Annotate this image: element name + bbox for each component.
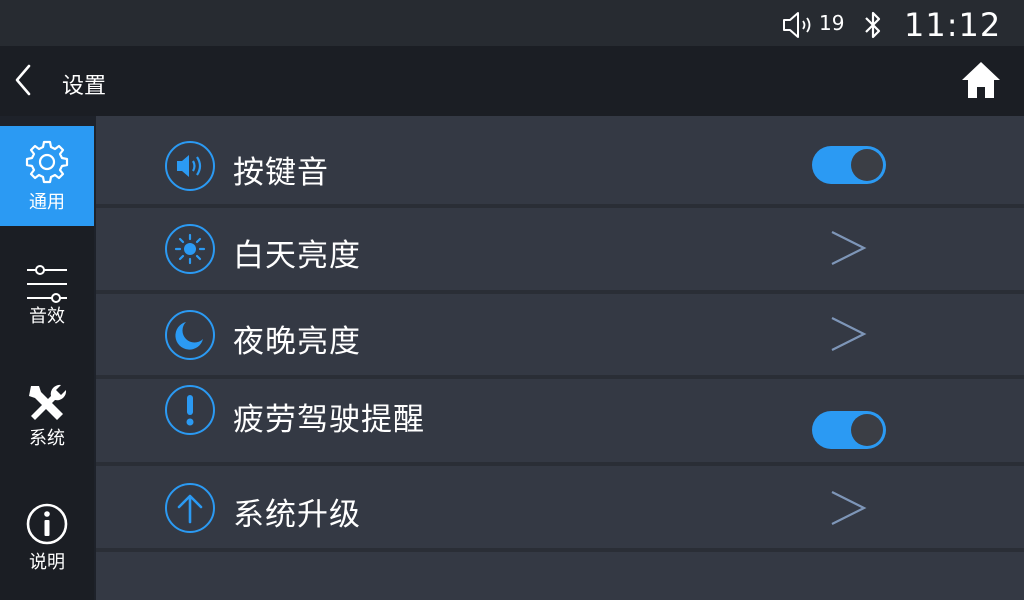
sidebar-item-label: 通用	[29, 192, 65, 213]
clock: 11:12	[904, 6, 1002, 44]
sidebar-item-general[interactable]: 通用	[0, 126, 94, 226]
moon-icon	[165, 310, 215, 360]
gear-icon	[25, 140, 69, 184]
chevron-right-icon[interactable]	[826, 226, 872, 274]
key-sound-toggle[interactable]	[812, 146, 886, 184]
back-button[interactable]	[8, 60, 38, 100]
setting-row-night-brightness[interactable]: 夜晚亮度	[96, 294, 1024, 376]
setting-row-fatigue-reminder[interactable]: 疲劳驾驶提醒	[96, 379, 1024, 461]
title-bar: 设置	[0, 46, 1024, 116]
home-button[interactable]	[958, 58, 1004, 102]
toggle-knob	[851, 149, 883, 181]
exclamation-icon	[165, 385, 215, 435]
fatigue-reminder-toggle[interactable]	[812, 411, 886, 449]
setting-row-system-upgrade[interactable]: 系统升级	[96, 466, 1024, 548]
divider	[96, 548, 1024, 552]
setting-label: 系统升级	[233, 497, 361, 533]
volume-level: 19	[819, 11, 845, 35]
sidebar: 通用 音效 系统 说明	[0, 126, 94, 600]
sun-icon	[165, 224, 215, 274]
sidebar-item-sound[interactable]: 音效	[0, 246, 94, 346]
sidebar-item-label: 说明	[29, 552, 65, 573]
sliders-icon	[27, 265, 67, 303]
info-icon	[26, 503, 68, 545]
chevron-right-icon[interactable]	[826, 312, 872, 360]
setting-row-day-brightness[interactable]: 白天亮度	[96, 208, 1024, 290]
tools-icon	[29, 384, 67, 420]
bluetooth-icon	[865, 11, 881, 39]
sidebar-item-label: 音效	[29, 306, 65, 327]
chevron-right-icon[interactable]	[826, 486, 872, 534]
speaker-icon	[165, 141, 215, 191]
setting-label: 白天亮度	[233, 238, 361, 274]
setting-label: 夜晚亮度	[233, 324, 361, 360]
setting-label: 按键音	[233, 155, 329, 191]
arrow-up-icon	[165, 483, 215, 533]
toggle-knob	[851, 414, 883, 446]
settings-panel: 按键音 白天亮度 夜晚亮度 疲劳驾驶提醒 系统升级	[96, 116, 1024, 600]
sidebar-item-system[interactable]: 系统	[0, 366, 94, 466]
status-bar: 19 11:12	[0, 0, 1024, 46]
setting-row-key-sound[interactable]: 按键音	[96, 125, 1024, 207]
setting-label: 疲劳驾驶提醒	[233, 402, 425, 438]
page-title: 设置	[62, 74, 107, 99]
sidebar-item-help[interactable]: 说明	[0, 486, 94, 586]
sidebar-item-label: 系统	[29, 428, 65, 449]
